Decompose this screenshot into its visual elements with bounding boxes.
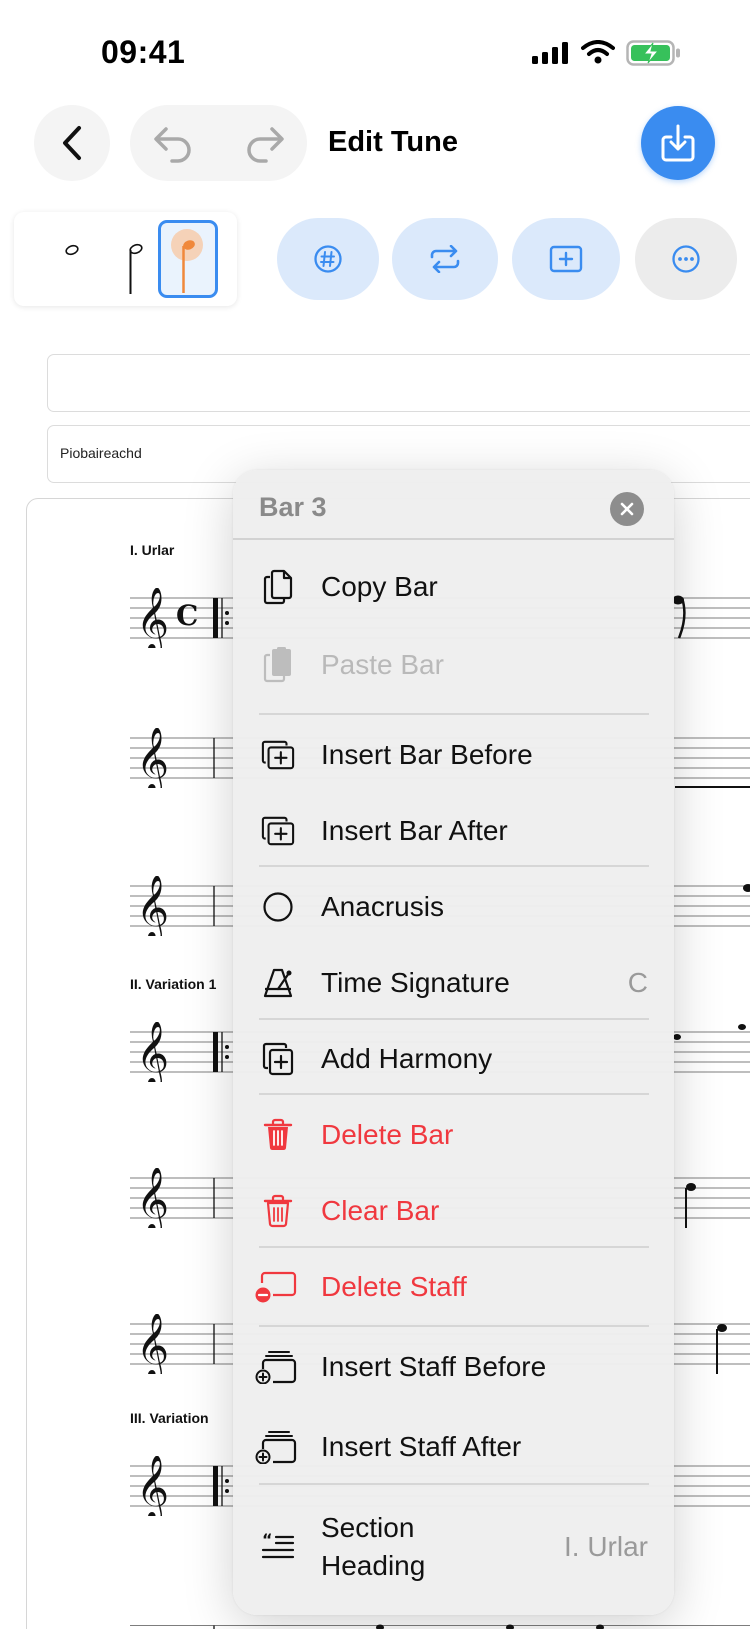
status-bar: 09:41 [0, 0, 750, 100]
menu-item-delete-bar[interactable]: Delete Bar [233, 1098, 674, 1172]
repeat-icon [430, 245, 460, 273]
minim-note-icon [129, 243, 143, 294]
svg-text:𝄞: 𝄞 [136, 1022, 169, 1082]
accidental-button[interactable] [277, 218, 379, 300]
redo-icon[interactable] [244, 123, 286, 163]
menu-item-clear-bar[interactable]: Clear Bar [233, 1174, 674, 1248]
menu-item-label: Insert Bar After [321, 815, 508, 846]
menu-item-label: Paste Bar [321, 649, 444, 680]
insert-staff-before-icon [255, 1349, 297, 1385]
menu-separator [259, 1483, 649, 1485]
menu-item-label: Copy Bar [321, 571, 438, 602]
menu-separator [259, 1325, 649, 1327]
metronome-icon [261, 965, 295, 1001]
menu-item-label: Time Signature [321, 967, 510, 998]
more-icon [672, 245, 700, 273]
trash-icon [261, 1117, 295, 1153]
menu-item-label: Anacrusis [321, 891, 444, 922]
chevron-left-icon [63, 126, 81, 160]
menu-item-label: Insert Staff After [321, 1431, 522, 1462]
menu-separator [259, 713, 649, 715]
time-signature-mark: C [176, 599, 198, 632]
circle-icon [261, 889, 295, 925]
menu-item-paste-bar[interactable]: Paste Bar [233, 628, 674, 702]
insert-bar-after-icon [261, 813, 295, 849]
accidental-icon [314, 245, 342, 273]
menu-item-insert-staff-after[interactable]: Insert Staff After [233, 1410, 674, 1484]
repeat-button[interactable] [392, 218, 498, 300]
back-button[interactable] [34, 105, 110, 181]
menu-item-insert-staff-before[interactable]: Insert Staff Before [233, 1330, 674, 1404]
cellular-signal-icon [532, 42, 568, 64]
status-time: 09:41 [101, 34, 186, 70]
insert-staff-after-icon [255, 1429, 297, 1465]
close-icon [620, 502, 634, 516]
svg-text:“: “ [262, 1532, 273, 1549]
menu-item-value: C [627, 967, 648, 998]
menu-separator [259, 1018, 649, 1020]
svg-text:𝄞: 𝄞 [136, 1168, 169, 1228]
whole-note-icon [65, 244, 79, 256]
more-button[interactable] [635, 218, 737, 300]
delete-staff-icon [255, 1269, 297, 1305]
menu-item-label: Add Harmony [321, 1043, 493, 1074]
menu-item-copy-bar[interactable]: Copy Bar [233, 550, 674, 624]
note-duration-picker [14, 212, 237, 306]
copy-icon [261, 569, 295, 605]
svg-text:𝄞: 𝄞 [136, 876, 169, 936]
menu-item-anacrusis[interactable]: Anacrusis [233, 870, 674, 944]
type-field-value: Piobaireachd [60, 445, 142, 461]
menu-separator [259, 1093, 649, 1095]
section-label-3: III. Variation [130, 1410, 209, 1426]
menu-item-insert-bar-after[interactable]: Insert Bar After [233, 794, 674, 868]
section-heading-icon: “ [261, 1529, 295, 1565]
menu-item-time-signature[interactable]: Time Signature C [233, 946, 674, 1020]
svg-text:𝄞: 𝄞 [136, 1456, 169, 1516]
menu-item-label: Delete Staff [321, 1271, 467, 1302]
wifi-icon [581, 40, 615, 64]
menu-item-label-line1: Section [321, 1512, 415, 1543]
battery-charging-icon [626, 40, 680, 66]
menu-separator [259, 865, 649, 867]
undo-icon[interactable] [152, 123, 194, 163]
menu-item-label-line2: Heading [321, 1550, 426, 1581]
svg-text:𝄞: 𝄞 [136, 588, 169, 648]
page-title: Edit Tune [328, 126, 458, 158]
insert-bar-before-icon [261, 737, 295, 773]
close-menu-button[interactable] [610, 492, 644, 526]
quarter-note-option[interactable] [106, 220, 166, 298]
menu-item-label: Section Heading [321, 1509, 425, 1585]
menu-item-add-harmony[interactable]: Add Harmony [233, 1022, 674, 1096]
menu-item-section-heading[interactable]: “ Section Heading I. Urlar [233, 1488, 674, 1606]
half-note-option[interactable] [42, 220, 102, 298]
download-tray-icon [661, 124, 695, 162]
menu-item-label: Insert Staff Before [321, 1351, 547, 1382]
paste-icon [261, 647, 295, 683]
section-label-2: II. Variation 1 [130, 976, 217, 992]
menu-item-label: Clear Bar [321, 1195, 440, 1226]
menu-item-delete-staff[interactable]: Delete Staff [233, 1250, 674, 1324]
eighth-note-option[interactable] [158, 220, 218, 298]
trash-outline-icon [261, 1193, 295, 1229]
menu-item-insert-bar-before[interactable]: Insert Bar Before [233, 718, 674, 792]
add-bar-icon [549, 245, 583, 273]
menu-item-label: Delete Bar [321, 1119, 454, 1150]
svg-text:𝄞: 𝄞 [136, 728, 169, 788]
menu-separator [259, 1246, 649, 1248]
undo-redo-group [130, 105, 307, 181]
section-label-1: I. Urlar [130, 542, 175, 558]
add-harmony-icon [261, 1041, 295, 1077]
menu-title: Bar 3 [259, 492, 327, 522]
svg-text:𝄞: 𝄞 [136, 1314, 169, 1374]
quarter-note-orange-icon [171, 229, 203, 293]
menu-header: Bar 3 [233, 470, 674, 540]
menu-item-value: I. Urlar [564, 1531, 648, 1562]
title-field[interactable] [47, 354, 750, 412]
add-bar-button[interactable] [512, 218, 620, 300]
menu-item-label: Insert Bar Before [321, 739, 533, 770]
bar-context-menu: Bar 3 Copy Bar Paste Bar Insert Bar Befo… [233, 470, 674, 1615]
export-button[interactable] [641, 106, 715, 180]
